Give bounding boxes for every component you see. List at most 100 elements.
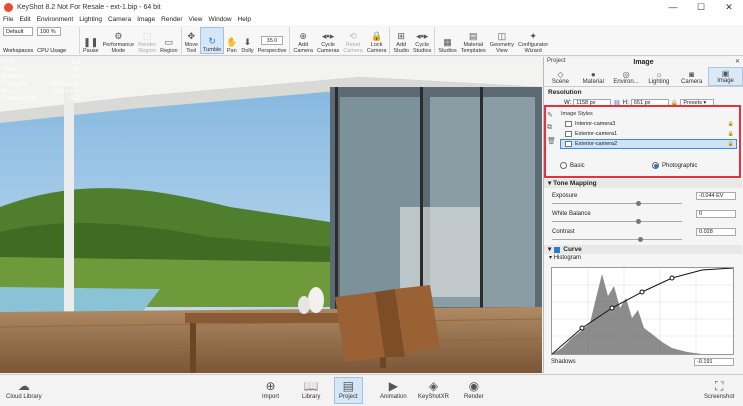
import-button[interactable]: ⊕ Import [262, 378, 279, 400]
style-actions: ✎ ⧉ 🗑 [547, 111, 557, 145]
render-viewport[interactable]: FPS: 8.8 Time: 6s Samples: 21 Triangles: 35,… [0, 57, 542, 373]
pan-button[interactable]: ✋ Pan [224, 27, 239, 54]
menu-edit[interactable]: Edit [19, 16, 30, 23]
perspective-input[interactable]: 35.0 [261, 36, 284, 45]
menu-file[interactable]: File [3, 16, 13, 23]
keyshot-logo-icon [4, 2, 13, 12]
tab-material[interactable]: ● Material [577, 67, 610, 86]
slider-handle[interactable] [638, 237, 643, 242]
viewport-stats-overlay: FPS: 8.8 Time: 6s Samples: 21 Triangles: 35,… [2, 60, 80, 103]
cycle-studios-button[interactable]: ◂▪▸ Cycle Studios [411, 27, 433, 54]
cpu-usage-label: CPU Usage [37, 48, 67, 54]
move-tool-button[interactable]: ✥ Move Tool [183, 27, 200, 54]
keyshotxr-button[interactable]: ◈ KeyShotXR [418, 378, 449, 400]
exposure-input[interactable]: -0.044 EV [696, 191, 736, 200]
lighting-icon: ☼ [655, 70, 663, 79]
tab-scene[interactable]: ◇ Scene [544, 67, 577, 86]
material-templates-button[interactable]: ▤ Material Templates [459, 27, 488, 54]
menu-view[interactable]: View [189, 16, 203, 23]
configurator-wizard-button[interactable]: ✦ Configurator Wizard [516, 27, 550, 54]
tab-camera[interactable]: ◙ Camera [675, 67, 708, 86]
image-panel: Project ✕ Image ◇ Scene ● Material ◎ Enviro… [543, 57, 743, 373]
style-thumbnail-icon [565, 131, 572, 137]
material-templates-icon: ▤ [469, 31, 478, 41]
render-button[interactable]: ◉ Render [464, 378, 484, 400]
white-balance-row: White Balance 0 [544, 209, 742, 218]
pause-button[interactable]: ❚❚ Pause [81, 27, 101, 54]
screenshot-button[interactable]: ⛶ Screenshot [704, 378, 734, 400]
workspace-select[interactable]: Default [3, 27, 33, 36]
menu-environment[interactable]: Environment [37, 16, 74, 23]
menu-lighting[interactable]: Lighting [79, 16, 102, 23]
slider-handle[interactable] [636, 201, 641, 206]
tab-environment[interactable]: ◎ Environ... [610, 67, 643, 86]
tone-mapping-header[interactable]: ▾ Tone Mapping [544, 179, 742, 188]
shadows-input[interactable]: -0.191 [694, 358, 734, 366]
duplicate-style-icon[interactable]: ⧉ [547, 124, 557, 132]
curve-header[interactable]: ▾ Curve [544, 245, 742, 254]
white-balance-input[interactable]: 0 [696, 209, 736, 218]
tumble-icon: ↻ [208, 36, 216, 46]
animation-button[interactable]: ▶ Animation [380, 378, 407, 400]
navigation-group: ✥ Move Tool ↻ Tumble ✋ Pan ⬇ Dolly 35.0 Persp… [182, 27, 291, 54]
add-studio-button[interactable]: ⊞ Add Studio [391, 27, 411, 54]
exposure-slider[interactable] [552, 201, 732, 206]
slider-handle[interactable] [636, 219, 641, 224]
tumble-button[interactable]: ↻ Tumble [200, 27, 225, 54]
performance-icon: ⚙ [114, 31, 123, 41]
title-bar: KeyShot 8.2 Not For Resale - ext-1.bip -… [0, 0, 743, 14]
menu-image[interactable]: Image [137, 16, 155, 23]
cpu-usage-select[interactable]: 100 % [37, 27, 61, 36]
curve-section: ▾ Curve ▾ Histogram Shadows -0.191 [544, 245, 742, 366]
camera-icon: ◙ [689, 70, 695, 79]
library-button[interactable]: 📖 Library [302, 378, 320, 400]
maximize-button[interactable]: ☐ [687, 0, 715, 14]
photographic-radio[interactable]: Photographic [652, 162, 697, 169]
geometry-view-button[interactable]: ◫ Geometry View [488, 27, 516, 54]
radio-dot [560, 162, 567, 169]
render-region-button[interactable]: ⬚ Render Region [136, 27, 158, 54]
contrast-input[interactable]: 0.028 [696, 227, 736, 236]
studios-button[interactable]: ▦ Studios [436, 27, 458, 54]
image-styles-header: Image Styles [561, 111, 593, 117]
performance-mode-button[interactable]: ⚙ Performance Mode [101, 27, 137, 54]
tab-lighting[interactable]: ☼ Lighting [642, 67, 675, 86]
project-icon: ▤ [342, 379, 355, 393]
region-button[interactable]: ▭ Region [158, 27, 179, 54]
menu-help[interactable]: Help [238, 16, 251, 23]
add-camera-button[interactable]: ⊕ Add Camera [291, 27, 315, 54]
project-button[interactable]: ▤ Project [334, 377, 363, 404]
screenshot-icon: ⛶ [714, 379, 724, 393]
render-scene-image [0, 57, 542, 373]
list-item[interactable]: Exterior-camera2 🔒 [560, 139, 737, 149]
dolly-button[interactable]: ⬇ Dolly [239, 27, 255, 54]
curve-editor[interactable] [551, 267, 734, 355]
windows-group: ▦ Studios ▤ Material Templates ◫ Geometry V… [435, 27, 551, 54]
perspective-control[interactable]: 35.0 Perspective [256, 27, 289, 54]
delete-style-icon[interactable]: 🗑 [547, 137, 557, 145]
exposure-row: Exposure -0.044 EV [544, 191, 742, 200]
close-button[interactable]: ✕ [715, 0, 743, 14]
panel-close-icon[interactable]: ✕ [735, 58, 740, 65]
tab-image[interactable]: ▣ Image [708, 67, 743, 86]
contrast-slider[interactable] [552, 237, 732, 242]
edit-style-icon[interactable]: ✎ [547, 111, 557, 119]
cycle-cameras-button[interactable]: ◂▪▸ Cycle Cameras [315, 27, 341, 54]
menu-camera[interactable]: Camera [108, 16, 131, 23]
list-item[interactable]: Exterior-camera1 🔒 [560, 129, 737, 139]
minimize-button[interactable]: — [659, 0, 687, 14]
camera-group: ⊕ Add Camera ◂▪▸ Cycle Cameras ⟲ Reset Came… [290, 27, 391, 54]
list-item[interactable]: Interior-camera3 🔒 [560, 119, 737, 129]
basic-radio[interactable]: Basic [560, 162, 652, 169]
white-balance-slider[interactable] [552, 219, 732, 224]
reset-camera-icon: ⟲ [349, 31, 357, 41]
reset-camera-button[interactable]: ⟲ Reset Camera [341, 27, 365, 54]
menu-bar: File Edit Environment Lighting Camera Im… [0, 14, 743, 25]
lock-camera-button[interactable]: 🔒 Lock Camera [365, 27, 389, 54]
menu-window[interactable]: Window [208, 16, 231, 23]
cloud-library-button[interactable]: ☁ Cloud Library [6, 378, 42, 400]
bottom-ribbon: ☁ Cloud Library ⊕ Import 📖 Library ▤ Project… [0, 374, 743, 406]
menu-render[interactable]: Render [161, 16, 182, 23]
collapse-icon: ▾ [548, 246, 552, 253]
curve-checkbox[interactable] [554, 246, 561, 253]
